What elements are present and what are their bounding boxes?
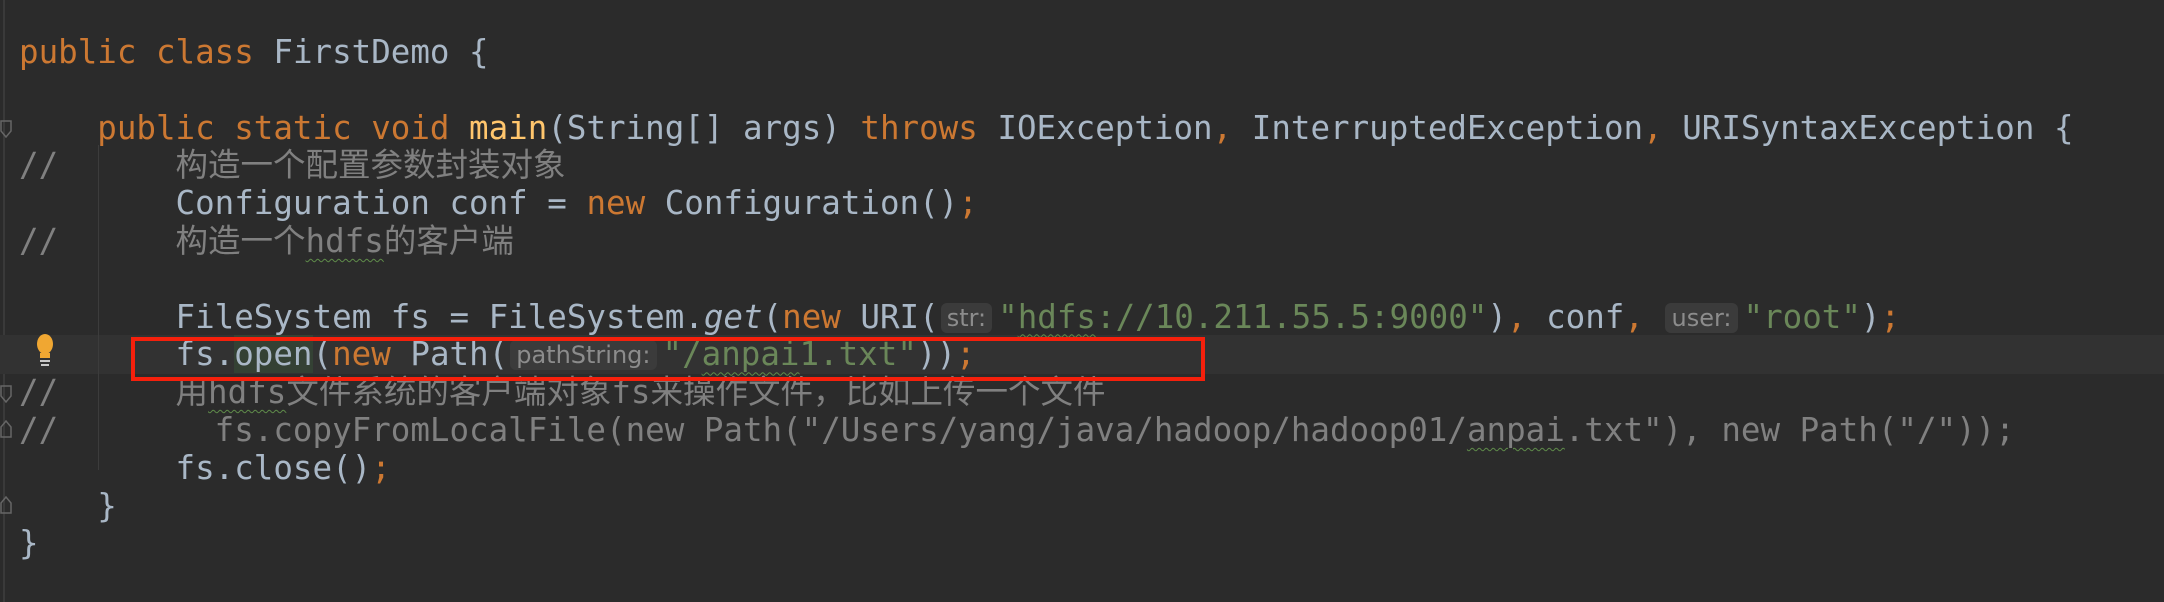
code-token: ) xyxy=(1487,297,1507,336)
fold-icon[interactable] xyxy=(0,385,12,403)
code-token: throws xyxy=(860,108,998,147)
code-token: URI( xyxy=(860,297,939,336)
code-line[interactable]: // 构造一个hdfs的客户端 xyxy=(19,222,514,260)
code-token: // 构造一个配置参数封装对象 xyxy=(19,146,566,185)
code-token: , xyxy=(1212,108,1252,147)
code-line[interactable]: public static void main(String[] args) t… xyxy=(19,108,2074,147)
parameter-hint: user: xyxy=(1665,302,1738,333)
code-token: anpai xyxy=(1466,411,1565,449)
code-token: new xyxy=(586,184,665,223)
code-token: get xyxy=(703,297,763,336)
code-token: // 构造一个 xyxy=(19,222,306,260)
code-token: new xyxy=(782,297,861,336)
code-line[interactable]: Configuration conf = new Configuration()… xyxy=(19,184,978,222)
code-token: IOException xyxy=(997,108,1213,147)
lightbulb-icon[interactable] xyxy=(35,333,55,367)
code-token: main xyxy=(469,108,548,147)
code-token: ; xyxy=(958,184,978,223)
code-line[interactable]: public class FirstDemo { xyxy=(19,33,489,71)
code-token: fs.close() xyxy=(19,448,372,487)
code-token: , xyxy=(1624,297,1664,336)
code-token: ( xyxy=(762,297,783,336)
code-token: " xyxy=(998,297,1018,336)
code-token: "root" xyxy=(1743,297,1861,336)
code-token: hdfs xyxy=(305,222,384,260)
code-token: (String[] args) xyxy=(547,108,861,147)
code-token: .txt"), new Path("/")); xyxy=(1564,411,2015,449)
code-token: FirstDemo { xyxy=(273,33,489,71)
code-line[interactable]: } xyxy=(19,487,117,525)
code-token: Configuration conf = xyxy=(19,184,587,223)
code-token: Configuration() xyxy=(664,184,959,223)
code-token: // fs.copyFromLocalFile(new Path("/Users… xyxy=(19,411,1467,449)
parameter-hint: str: xyxy=(940,302,993,333)
code-token: ; xyxy=(371,448,391,487)
code-token: ; xyxy=(1880,297,1901,336)
fold-icon[interactable] xyxy=(0,120,12,138)
code-line[interactable]: } xyxy=(19,524,39,562)
code-line[interactable]: // fs.copyFromLocalFile(new Path("/Users… xyxy=(19,411,2015,449)
code-line[interactable]: FileSystem fs = FileSystem.get(new URI(s… xyxy=(19,297,1901,336)
code-token: 的客户端 xyxy=(383,222,514,260)
code-token: , xyxy=(1643,108,1683,147)
code-token: public static void xyxy=(19,108,470,147)
code-line[interactable]: // 构造一个配置参数封装对象 xyxy=(19,146,566,184)
fold-icon[interactable] xyxy=(0,496,12,514)
code-token: ://10.211.55.5:9000" xyxy=(1096,297,1488,336)
code-token: conf xyxy=(1546,297,1625,336)
code-token: , xyxy=(1506,297,1547,336)
code-token: FileSystem fs = FileSystem. xyxy=(19,297,704,336)
code-token: URISyntaxException { xyxy=(1682,108,2074,147)
code-token: } xyxy=(19,524,39,563)
code-token: hdfs xyxy=(1017,297,1096,336)
code-token: ) xyxy=(1860,297,1881,336)
code-token: public class xyxy=(19,33,274,71)
code-line[interactable]: fs.close(); xyxy=(19,449,391,487)
code-token: InterruptedException xyxy=(1251,108,1644,147)
fold-icon[interactable] xyxy=(0,420,12,438)
code-token: } xyxy=(19,486,117,525)
highlight-annotation-box xyxy=(131,337,1205,381)
